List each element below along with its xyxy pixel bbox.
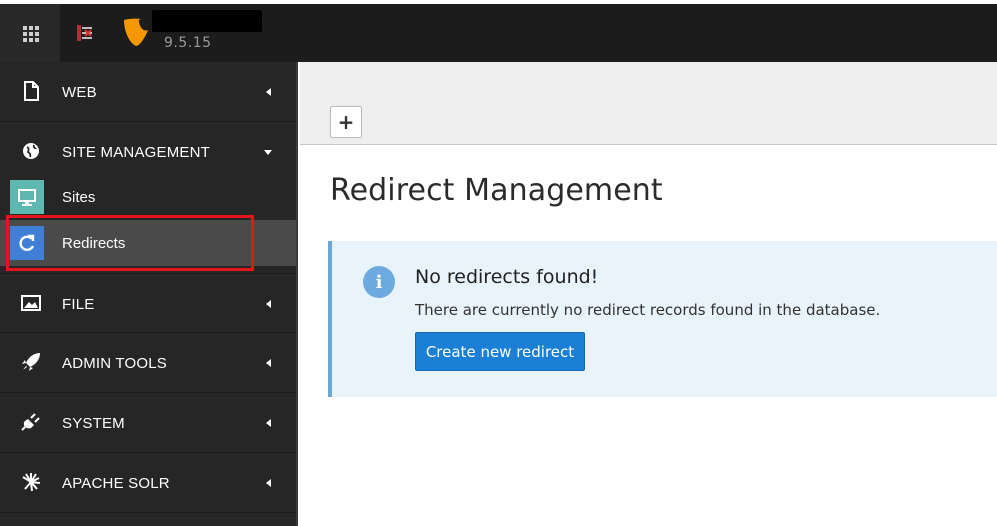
add-redirect-button[interactable]: + bbox=[330, 106, 362, 138]
module-group-label: ADMIN TOOLS bbox=[62, 355, 168, 372]
module-group-label: SITE MANAGEMENT bbox=[62, 144, 211, 161]
caret-down-icon bbox=[264, 150, 272, 155]
globe-icon bbox=[23, 143, 39, 159]
info-title: No redirects found! bbox=[415, 266, 599, 288]
module-group-label: WEB bbox=[62, 84, 97, 101]
rocket-icon bbox=[22, 353, 40, 371]
redirects-highlight-annotation bbox=[6, 215, 254, 271]
apps-grid-icon bbox=[23, 26, 39, 42]
module-menu: WEB SITE MANAGEMENT Sites Redirects FILE… bbox=[0, 62, 298, 526]
file-icon bbox=[24, 81, 39, 101]
doc-header: + bbox=[300, 62, 997, 145]
top-bar: 9.5.15 bbox=[0, 0, 997, 62]
sites-monitor-icon bbox=[10, 180, 44, 214]
pagetree-toggle[interactable] bbox=[60, 4, 110, 62]
caret-left-icon bbox=[266, 419, 271, 427]
solr-icon bbox=[22, 473, 41, 492]
caret-left-icon bbox=[266, 300, 271, 308]
module-group-file[interactable]: FILE bbox=[0, 273, 296, 333]
info-message: There are currently no redirect records … bbox=[415, 301, 881, 319]
module-group-label: FILE bbox=[62, 296, 95, 313]
caret-left-icon bbox=[266, 359, 271, 367]
typo3-logo-icon bbox=[124, 18, 148, 46]
module-item-sites[interactable]: Sites bbox=[0, 174, 296, 220]
caret-left-icon bbox=[266, 88, 271, 96]
module-group-apache-solr[interactable]: APACHE SOLR bbox=[0, 453, 296, 513]
plug-icon bbox=[21, 413, 40, 431]
create-new-redirect-button[interactable]: Create new redirect bbox=[415, 332, 585, 371]
page-title: Redirect Management bbox=[330, 173, 663, 208]
module-group-admin-tools[interactable]: ADMIN TOOLS bbox=[0, 333, 296, 393]
image-icon bbox=[21, 295, 41, 311]
module-group-system[interactable]: SYSTEM bbox=[0, 393, 296, 453]
module-group-label: SYSTEM bbox=[62, 415, 125, 432]
module-group-label: APACHE SOLR bbox=[62, 475, 170, 492]
site-name-redacted bbox=[152, 10, 262, 32]
caret-left-icon bbox=[266, 479, 271, 487]
module-item-label: Sites bbox=[62, 189, 96, 206]
module-group-site-management[interactable]: SITE MANAGEMENT bbox=[0, 122, 296, 182]
info-icon: i bbox=[363, 266, 395, 298]
info-callout: i No redirects found! There are currentl… bbox=[328, 241, 997, 397]
module-menu-toggle[interactable] bbox=[0, 4, 60, 62]
typo3-version: 9.5.15 bbox=[164, 35, 212, 51]
pagetree-toggle-icon bbox=[77, 25, 92, 41]
module-group-web[interactable]: WEB bbox=[0, 62, 296, 122]
